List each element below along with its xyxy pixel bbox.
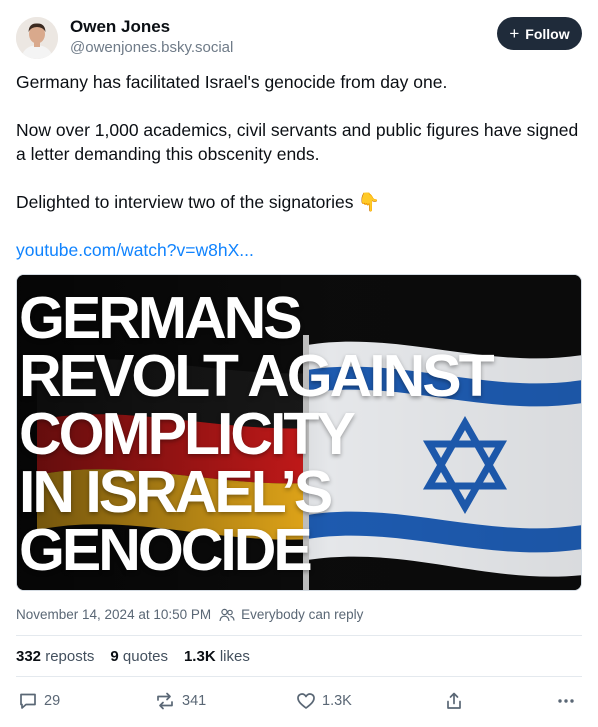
- headline-line: complicity: [19, 401, 356, 467]
- share-button[interactable]: [444, 688, 464, 714]
- post-paragraph: Now over 1,000 academics, civil servants…: [16, 120, 579, 164]
- divider: [16, 676, 582, 677]
- likes-label: likes: [219, 648, 250, 665]
- like-count: 1.3K: [322, 693, 352, 709]
- post-timestamp[interactable]: November 14, 2024 at 10:50 PM: [16, 607, 211, 622]
- repost-icon: [157, 692, 173, 710]
- repost-button[interactable]: 341: [154, 688, 206, 714]
- likes-stat[interactable]: 1.3K likes: [184, 648, 250, 665]
- avatar-image: [16, 17, 58, 59]
- headline-line: Germans: [19, 285, 303, 351]
- author-names: Owen Jones @owenjones.bsky.social: [70, 17, 233, 58]
- post-link-line: youtube.com/watch?v=w8hX...: [16, 238, 586, 262]
- post-paragraph: Delighted to interview two of the signat…: [16, 190, 586, 214]
- like-button[interactable]: 1.3K: [296, 688, 352, 714]
- post-stats: 332 reposts 9 quotes 1.3K likes: [16, 648, 250, 665]
- post-paragraph-text: Delighted to interview two of the signat…: [16, 192, 354, 212]
- headline-line: genocide: [19, 517, 313, 583]
- share-icon: [447, 692, 461, 709]
- likes-count: 1.3K: [183, 648, 216, 665]
- quotes-stat[interactable]: 9 quotes: [110, 648, 168, 665]
- youtube-link[interactable]: youtube.com/watch?v=w8hX...: [16, 240, 254, 260]
- reposts-count: 332: [16, 648, 42, 665]
- headline-line: revolt against: [19, 343, 495, 409]
- reply-count: 29: [44, 693, 61, 709]
- post: Owen Jones @owenjones.bsky.social + Foll…: [0, 0, 598, 727]
- more-options-button[interactable]: [556, 688, 576, 714]
- follow-button-label: Follow: [525, 25, 570, 42]
- repost-count: 341: [182, 693, 207, 709]
- quotes-label: quotes: [122, 648, 168, 665]
- reply-setting[interactable]: Everybody can reply: [241, 607, 363, 622]
- reply-icon: [20, 693, 36, 709]
- author-display-name[interactable]: Owen Jones: [70, 17, 233, 37]
- plus-icon: +: [509, 24, 520, 43]
- people-icon: [219, 608, 235, 621]
- headline-line: in Israel’s: [19, 459, 333, 525]
- thumbnail-headline: Germans revolt against complicity in Isr…: [19, 285, 495, 583]
- post-header: Owen Jones @owenjones.bsky.social + Foll…: [16, 14, 582, 60]
- reposts-label: reposts: [45, 648, 95, 665]
- avatar[interactable]: [16, 17, 58, 59]
- reposts-stat[interactable]: 332 reposts: [16, 648, 94, 665]
- post-paragraph: Germany has facilitated Israel's genocid…: [16, 72, 448, 92]
- post-text: Germany has facilitated Israel's genocid…: [16, 70, 586, 262]
- link-card-image[interactable]: Germans revolt against complicity in Isr…: [16, 274, 582, 591]
- heart-icon: [297, 693, 315, 709]
- post-meta: November 14, 2024 at 10:50 PM Everybody …: [16, 607, 363, 622]
- post-actions: 29 341 1.3K: [16, 688, 582, 714]
- reply-button[interactable]: 29: [18, 688, 60, 714]
- pointing-down-emoji: 👇: [357, 192, 380, 212]
- quotes-count: 9: [110, 648, 119, 665]
- follow-button[interactable]: + Follow: [497, 17, 582, 50]
- ellipsis-icon: [558, 699, 574, 703]
- author-handle[interactable]: @owenjones.bsky.social: [70, 38, 233, 58]
- divider: [16, 635, 582, 636]
